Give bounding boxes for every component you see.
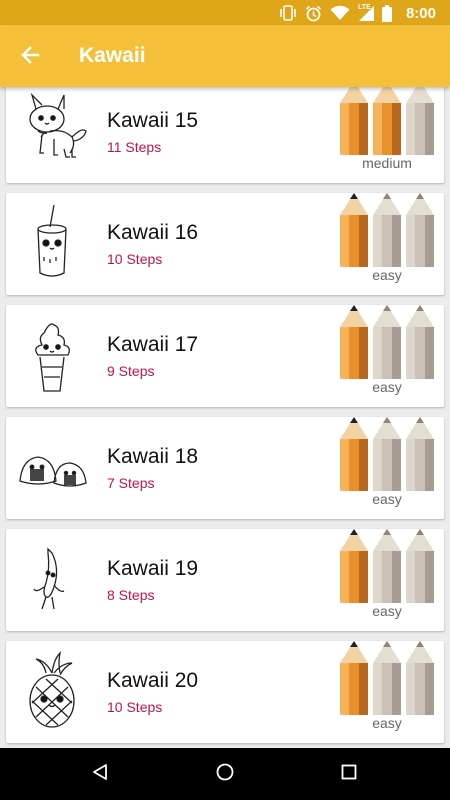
list-item[interactable]: Kawaii 17 9 Steps easy <box>6 305 444 407</box>
dog-drawing-thumbnail <box>14 87 90 177</box>
item-difficulty: easy <box>372 603 402 619</box>
pencil-empty-icon <box>373 641 401 715</box>
item-title: Kawaii 19 <box>107 557 199 580</box>
pencil-filled-icon <box>373 87 401 155</box>
item-difficulty: easy <box>372 267 402 283</box>
bubble-tea-drawing-thumbnail <box>14 199 90 289</box>
ice-cream-drawing-thumbnail <box>14 311 90 401</box>
item-steps: 10 Steps <box>107 699 163 715</box>
pencil-empty-icon <box>406 87 434 155</box>
item-steps: 8 Steps <box>107 587 155 603</box>
item-steps: 11 Steps <box>107 139 162 155</box>
pencil-empty-icon <box>406 193 434 267</box>
item-steps: 7 Steps <box>107 475 155 491</box>
status-time: 8:00 <box>405 4 436 22</box>
pencil-empty-icon <box>373 193 401 267</box>
page-title: Kawaii <box>79 44 146 67</box>
nav-recents-icon <box>341 764 357 785</box>
pencil-empty-icon <box>373 417 401 491</box>
nav-back-icon <box>91 763 109 786</box>
item-title: Kawaii 15 <box>107 109 199 132</box>
pencil-filled-icon <box>340 305 368 379</box>
item-title: Kawaii 17 <box>107 333 199 356</box>
banana-drawing-thumbnail <box>14 535 90 625</box>
battery-icon <box>381 4 392 22</box>
nav-recents-button[interactable] <box>333 758 365 790</box>
difficulty-pencils <box>340 417 434 497</box>
item-title: Kawaii 20 <box>107 669 199 692</box>
difficulty-pencils <box>340 305 434 385</box>
wifi-icon <box>330 5 350 21</box>
pencil-filled-icon <box>340 87 368 155</box>
difficulty-pencils <box>340 193 434 273</box>
nav-home-icon <box>215 762 235 787</box>
pencil-empty-icon <box>406 305 434 379</box>
item-steps: 9 Steps <box>107 363 155 379</box>
item-difficulty: easy <box>372 491 402 507</box>
back-button[interactable] <box>14 41 46 73</box>
pencil-empty-icon <box>373 529 401 603</box>
pencil-filled-icon <box>340 417 368 491</box>
drawing-list: Kawaii 15 11 Steps medium Kawaii 16 10 S… <box>0 87 450 748</box>
arrow-back-icon <box>20 45 40 70</box>
pencil-empty-icon <box>406 641 434 715</box>
system-nav-bar <box>0 748 450 800</box>
alarm-icon <box>305 5 322 22</box>
nav-back-button[interactable] <box>84 758 116 790</box>
list-item[interactable]: Kawaii 15 11 Steps medium <box>6 87 444 183</box>
rice-balls-drawing-thumbnail <box>14 423 90 513</box>
pencil-filled-icon <box>340 193 368 267</box>
list-item[interactable]: Kawaii 20 10 Steps easy <box>6 641 444 743</box>
status-bar: LTE 8:00 <box>0 0 450 25</box>
item-difficulty: easy <box>372 715 402 731</box>
list-item[interactable]: Kawaii 18 7 Steps easy <box>6 417 444 519</box>
item-difficulty: medium <box>362 155 412 171</box>
cell-signal-icon: LTE <box>358 4 374 21</box>
difficulty-pencils <box>340 641 434 721</box>
difficulty-pencils <box>340 529 434 609</box>
status-icons: LTE 8:00 <box>279 3 436 23</box>
list-item[interactable]: Kawaii 19 8 Steps easy <box>6 529 444 631</box>
pencil-filled-icon <box>340 529 368 603</box>
app-bar: Kawaii <box>0 25 450 87</box>
item-steps: 10 Steps <box>107 251 163 267</box>
difficulty-pencils <box>340 87 434 161</box>
pencil-empty-icon <box>406 529 434 603</box>
pencil-empty-icon <box>373 305 401 379</box>
item-title: Kawaii 16 <box>107 221 199 244</box>
item-difficulty: easy <box>372 379 402 395</box>
list-item[interactable]: Kawaii 16 10 Steps easy <box>6 193 444 295</box>
pineapple-drawing-thumbnail <box>14 647 90 737</box>
vibrate-icon <box>279 5 297 21</box>
pencil-empty-icon <box>406 417 434 491</box>
item-title: Kawaii 18 <box>107 445 199 468</box>
pencil-filled-icon <box>340 641 368 715</box>
nav-home-button[interactable] <box>209 758 241 790</box>
